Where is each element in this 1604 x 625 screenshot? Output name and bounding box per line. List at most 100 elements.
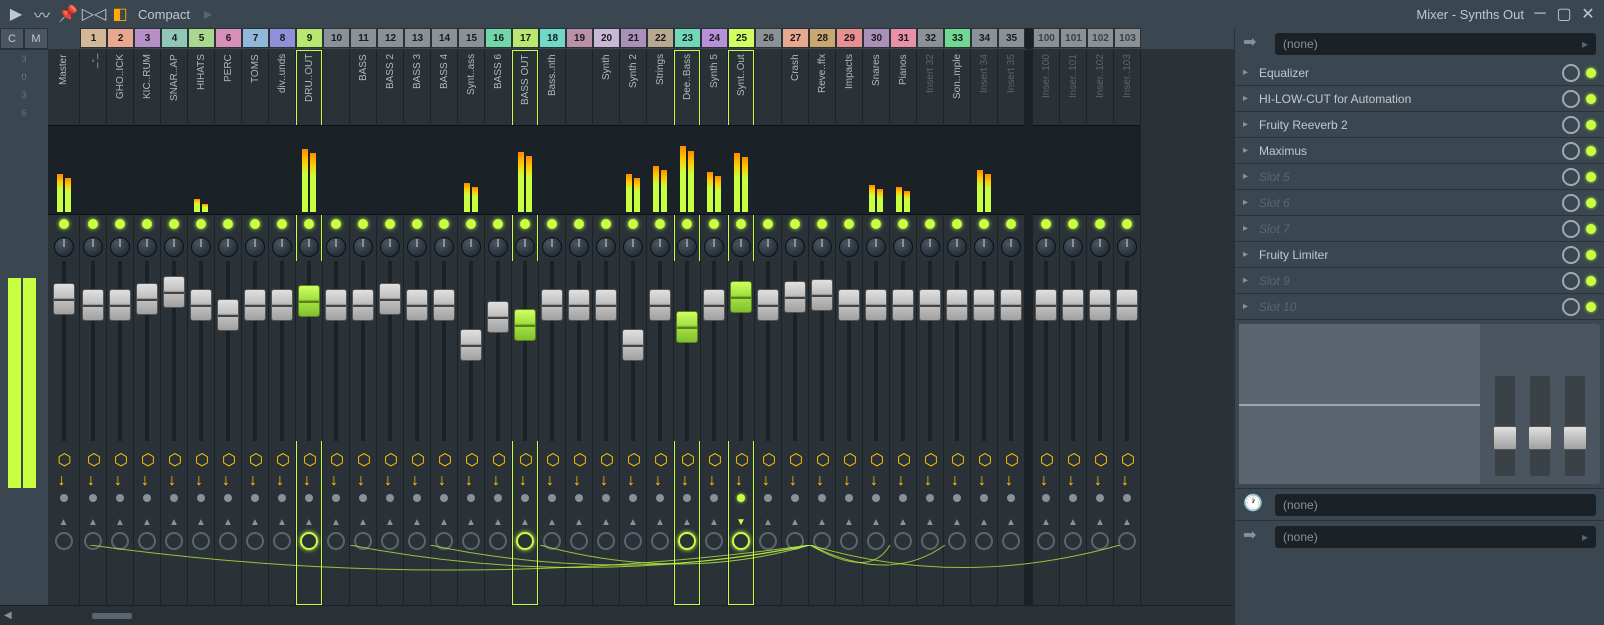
track-header-100[interactable]: 100 [1033,28,1060,48]
eq-graph[interactable] [1239,324,1480,484]
clock-icon[interactable]: 🕐 [1243,493,1267,517]
fx-icon[interactable]: ⬡ [897,450,909,462]
route-icon[interactable]: ↓ [573,472,585,484]
fx-icon[interactable]: ⬡ [789,450,801,462]
fx-enable-led[interactable] [1586,94,1596,104]
mute-led[interactable] [196,219,206,229]
track-15[interactable]: Synt..ass⬡↓▲ [458,50,485,605]
route-dot[interactable] [224,494,232,502]
track-9[interactable]: DRU..OUT⬡↓▲ [296,50,323,605]
mute-led[interactable] [817,219,827,229]
route-dot[interactable] [89,494,97,502]
send-arrow[interactable]: ▲ [466,517,476,528]
track-header-28[interactable]: 28 [809,28,836,48]
send-arrow[interactable]: ▲ [1006,517,1016,528]
volume-fader[interactable] [217,299,239,331]
fx-icon[interactable]: ⬡ [411,450,423,462]
track-31[interactable]: Pianos⬡↓▲ [890,50,917,605]
route-dot[interactable] [980,494,988,502]
fx-icon[interactable]: ⬡ [222,450,234,462]
mute-led[interactable] [1122,219,1132,229]
send-knob[interactable] [921,532,939,550]
pan-knob[interactable] [164,237,184,257]
pan-knob[interactable] [191,237,211,257]
route-dot[interactable] [1042,494,1050,502]
route-icon[interactable]: ↓ [492,472,504,484]
track-header-5[interactable]: 5 [188,28,215,48]
fx-slot-4[interactable]: ▸Maximus [1235,138,1604,164]
send-arrow[interactable]: ▲ [763,517,773,528]
pan-knob[interactable] [677,237,697,257]
route-icon[interactable]: ↓ [816,472,828,484]
route-dot[interactable] [332,494,340,502]
send-arrow[interactable]: ▲ [1122,517,1132,528]
pan-knob[interactable] [218,237,238,257]
mute-led[interactable] [682,219,692,229]
route-dot[interactable] [305,494,313,502]
track-30[interactable]: Snares⬡↓▲ [863,50,890,605]
send-arrow[interactable]: ▲ [601,517,611,528]
send-knob[interactable] [1118,532,1136,550]
mute-led[interactable] [925,219,935,229]
track-11[interactable]: BASS⬡↓▲ [350,50,377,605]
pan-knob[interactable] [461,237,481,257]
track-32[interactable]: Insert 32⬡↓▲ [917,50,944,605]
fx-enable-led[interactable] [1586,68,1596,78]
fx-mix-knob[interactable] [1562,220,1580,238]
view-label[interactable]: Compact [138,7,190,22]
track-16[interactable]: BASS 6⬡↓▲ [485,50,512,605]
fx-icon[interactable]: ⬡ [978,450,990,462]
pan-knob[interactable] [758,237,778,257]
send-knob[interactable] [597,532,615,550]
pan-knob[interactable] [380,237,400,257]
route-dot[interactable] [872,494,880,502]
fx-expand-icon[interactable]: ▸ [1243,171,1253,182]
pan-knob[interactable] [434,237,454,257]
send-knob[interactable] [246,532,264,550]
send-knob[interactable] [408,532,426,550]
route-icon[interactable]: ↓ [222,472,234,484]
volume-fader[interactable] [676,311,698,343]
volume-fader[interactable] [784,281,806,313]
send-knob[interactable] [1064,532,1082,550]
mute-led[interactable] [574,219,584,229]
fx-expand-icon[interactable]: ▸ [1243,145,1253,156]
volume-fader[interactable] [514,309,536,341]
volume-fader[interactable] [352,289,374,321]
volume-fader[interactable] [1000,289,1022,321]
fx-expand-icon[interactable]: ▸ [1243,249,1253,260]
track-13[interactable]: BASS 3⬡↓▲ [404,50,431,605]
send-arrow[interactable]: ▲ [493,517,503,528]
send-arrow[interactable]: ▲ [790,517,800,528]
track-header-18[interactable]: 18 [539,28,566,48]
pan-knob[interactable] [515,237,535,257]
route-icon[interactable]: ↓ [627,472,639,484]
route-icon[interactable]: ↓ [897,472,909,484]
play-icon[interactable]: ▶ [8,6,24,22]
track-21[interactable]: Synth 2⬡↓▲ [620,50,647,605]
route-dot[interactable] [710,494,718,502]
fx-icon[interactable]: ⬡ [330,450,342,462]
send-knob[interactable] [948,532,966,550]
route-dot[interactable] [899,494,907,502]
volume-fader[interactable] [460,329,482,361]
volume-fader[interactable] [946,289,968,321]
mute-led[interactable] [952,219,962,229]
send-arrow[interactable]: ▲ [871,517,881,528]
route-dot[interactable] [1069,494,1077,502]
mute-led[interactable] [88,219,98,229]
volume-fader[interactable] [53,283,75,315]
send-arrow[interactable]: ▲ [331,517,341,528]
pan-knob[interactable] [812,237,832,257]
send-knob[interactable] [570,532,588,550]
track-header-15[interactable]: 15 [458,28,485,48]
send-knob[interactable] [1091,532,1109,550]
fx-icon[interactable]: ⬡ [951,450,963,462]
mute-led[interactable] [844,219,854,229]
track-102[interactable]: Inser..102⬡↓▲ [1087,50,1114,605]
send-arrow[interactable]: ▲ [628,517,638,528]
volume-fader[interactable] [595,289,617,321]
pan-knob[interactable] [245,237,265,257]
eq-low-fader[interactable] [1495,376,1515,476]
send-arrow[interactable]: ▲ [682,517,692,528]
